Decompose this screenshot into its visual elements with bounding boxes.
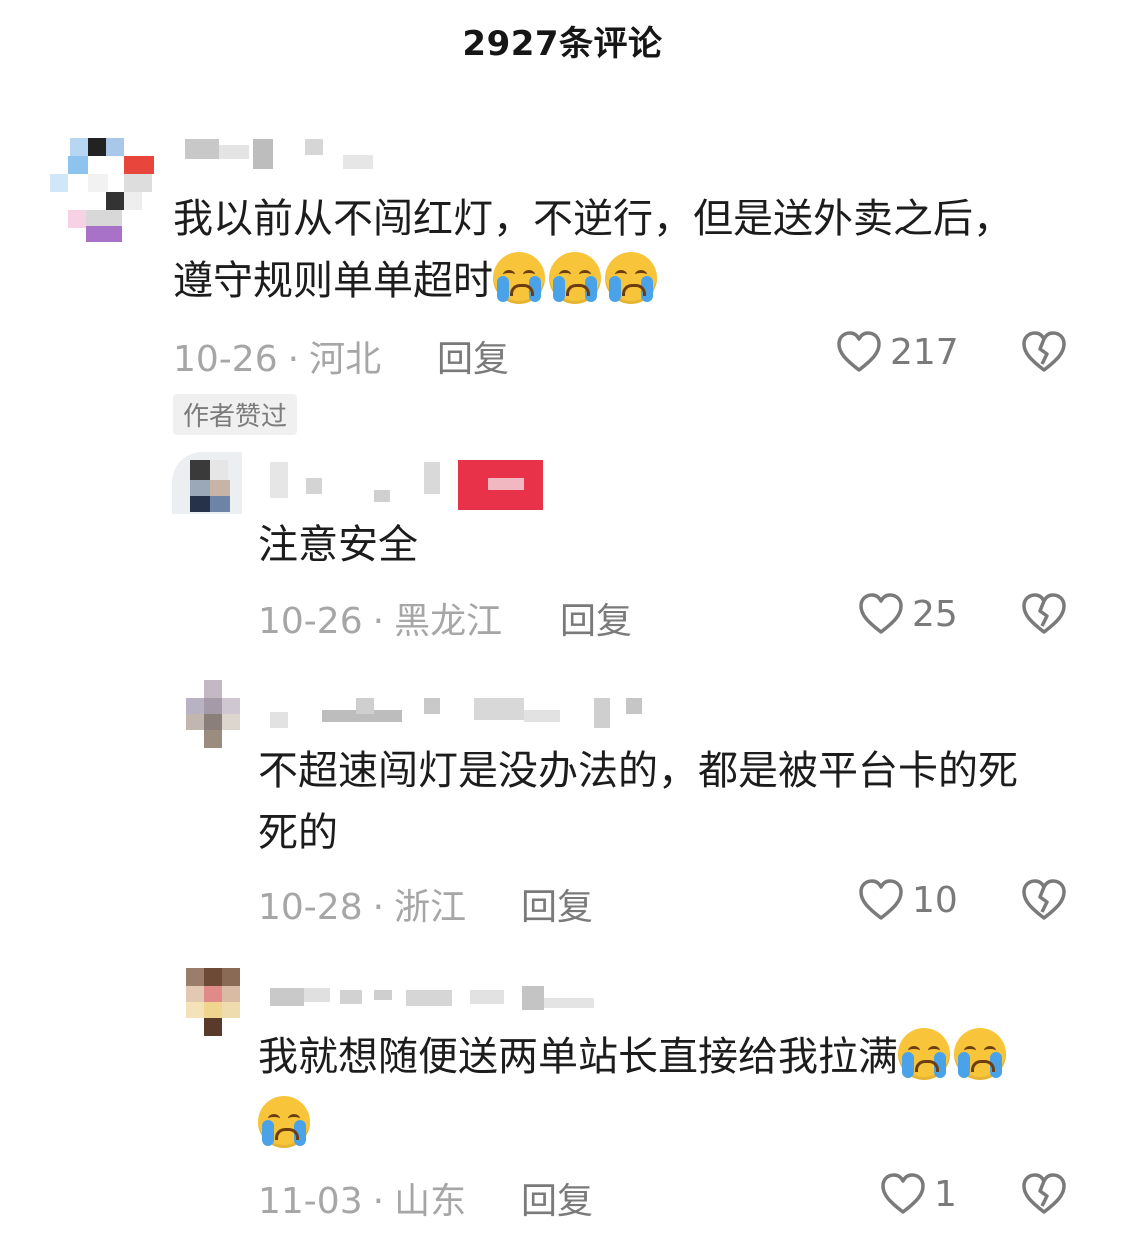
username-redacted[interactable] xyxy=(185,135,385,191)
loudly-crying-face-emoji xyxy=(954,1028,1006,1080)
loudly-crying-face-emoji xyxy=(605,252,657,304)
like-button[interactable]: 1 xyxy=(880,1172,957,1216)
like-count: 25 xyxy=(912,593,958,635)
comment-location: 浙江 xyxy=(394,887,467,928)
heart-icon xyxy=(858,878,904,922)
username-redacted[interactable] xyxy=(270,460,550,516)
reply-button[interactable]: 回复 xyxy=(437,330,509,382)
heart-icon xyxy=(858,592,904,636)
broken-heart-icon[interactable] xyxy=(1021,330,1067,374)
avatar[interactable] xyxy=(186,968,240,1038)
like-count: 217 xyxy=(890,331,959,373)
avatar[interactable] xyxy=(50,138,155,243)
comment-date: 10-28 xyxy=(258,887,363,928)
username-redacted[interactable] xyxy=(270,690,650,746)
comment-location: 山东 xyxy=(394,1181,467,1222)
comment-text: 不超速闯灯是没办法的，都是被平台卡的死 死的 xyxy=(258,748,1018,856)
comment-date: 10-26 xyxy=(258,601,363,642)
like-count: 1 xyxy=(934,1173,957,1215)
comment-meta: 10-26 · 黑龙江 xyxy=(258,601,503,642)
loudly-crying-face-emoji xyxy=(549,252,601,304)
comments-count-title: 2927条评论 xyxy=(462,24,663,64)
heart-icon xyxy=(880,1172,926,1216)
comment-date: 10-26 xyxy=(173,339,278,380)
like-button[interactable]: 25 xyxy=(858,592,958,636)
loudly-crying-face-emoji xyxy=(258,1096,310,1148)
heart-icon xyxy=(836,330,882,374)
reply-button[interactable]: 回复 xyxy=(521,1172,593,1224)
author-liked-badge: 作者赞过 xyxy=(173,394,298,435)
comment-text: 注意安全 xyxy=(258,522,418,568)
comment-text: 我以前从不闯红灯，不逆行，但是送外卖之后， 遵守规则单单超时 xyxy=(173,196,1013,304)
broken-heart-icon[interactable] xyxy=(1021,592,1067,636)
loudly-crying-face-emoji xyxy=(493,252,545,304)
like-count: 10 xyxy=(912,879,958,921)
like-button[interactable]: 217 xyxy=(836,330,959,374)
broken-heart-icon[interactable] xyxy=(1021,1172,1067,1216)
like-button[interactable]: 10 xyxy=(858,878,958,922)
comment-meta: 10-26 · 河北 xyxy=(173,339,382,380)
reply-button[interactable]: 回复 xyxy=(560,592,632,644)
comment-meta: 11-03 · 山东 xyxy=(258,1181,467,1222)
reply-button[interactable]: 回复 xyxy=(521,878,593,930)
broken-heart-icon[interactable] xyxy=(1021,878,1067,922)
comment-meta: 10-28 · 浙江 xyxy=(258,887,467,928)
comment-location: 河北 xyxy=(309,339,382,380)
comment-location: 黑龙江 xyxy=(394,601,503,642)
comment-text: 我就想随便送两单站长直接给我拉满 xyxy=(258,1026,1088,1156)
avatar[interactable] xyxy=(186,680,240,750)
comment-date: 11-03 xyxy=(258,1181,363,1222)
loudly-crying-face-emoji xyxy=(898,1028,950,1080)
avatar[interactable] xyxy=(172,452,242,514)
